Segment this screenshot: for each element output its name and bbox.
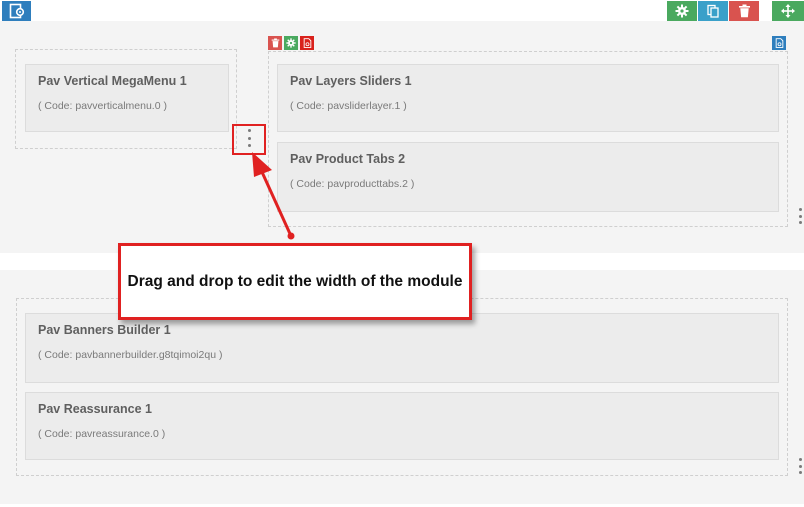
instruction-callout: Drag and drop to edit the width of the m… <box>118 243 472 320</box>
callout-text: Drag and drop to edit the width of the m… <box>127 272 463 290</box>
